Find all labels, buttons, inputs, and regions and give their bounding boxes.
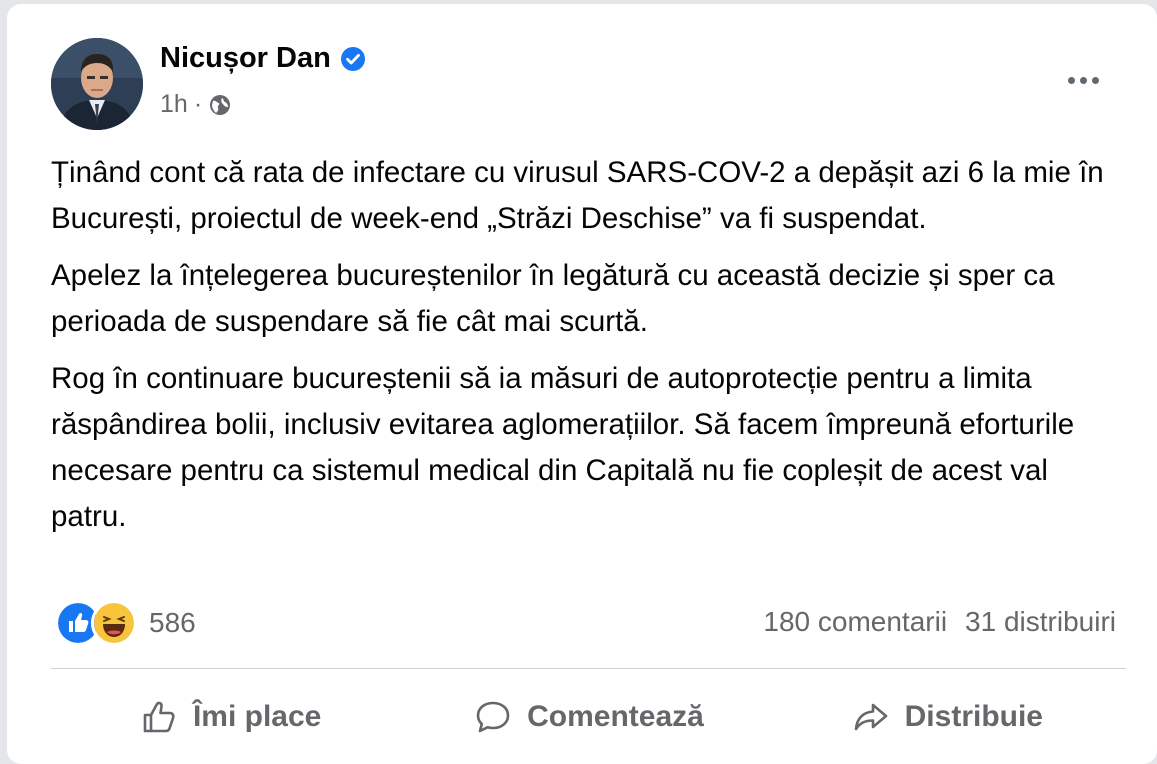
shares-count-link[interactable]: 31 distribuiri — [965, 606, 1116, 638]
like-button[interactable]: Îmi place — [51, 684, 409, 750]
dot-icon — [1091, 76, 1099, 84]
verified-badge-icon — [340, 46, 365, 71]
actions-divider — [51, 668, 1126, 669]
comment-bubble-icon — [476, 701, 510, 733]
share-button[interactable]: Distribuie — [768, 684, 1126, 750]
comment-button[interactable]: Comentează — [409, 684, 767, 750]
author-name-row: Nicușor Dan — [160, 42, 366, 75]
share-label: Distribuie — [904, 700, 1043, 733]
comment-label: Comentează — [527, 700, 704, 733]
post-timestamp[interactable]: 1h — [160, 90, 188, 119]
thumbs-up-icon — [143, 701, 175, 733]
post-actions: Îmi place Comentează Distribuie — [51, 684, 1126, 750]
author-avatar[interactable] — [51, 38, 143, 130]
more-options-button[interactable] — [1059, 62, 1107, 98]
dot-icon — [1067, 76, 1075, 84]
share-arrow-icon — [854, 703, 887, 731]
post-card: Nicușor Dan 1h · Ținând cont că rata de … — [7, 4, 1157, 764]
dot-icon — [1079, 76, 1087, 84]
meta-separator: · — [193, 90, 203, 118]
post-stats: 180 comentarii 31 distribuiri — [763, 606, 1116, 638]
post-paragraph: Ținând cont că rata de infectare cu viru… — [51, 156, 1104, 235]
post-paragraph: Rog în continuare bucureștenii să ia măs… — [51, 362, 1075, 533]
post-body: Ținând cont că rata de infectare cu viru… — [51, 150, 1131, 551]
avatar-photo — [51, 38, 143, 130]
like-label: Îmi place — [192, 700, 322, 733]
reactions-summary[interactable]: 586 — [55, 600, 196, 646]
author-name[interactable]: Nicușor Dan — [160, 42, 331, 75]
comments-count-link[interactable]: 180 comentarii — [763, 606, 947, 638]
post-paragraph: Apelez la înțelegerea bucureștenilor în … — [51, 259, 1055, 338]
globe-icon[interactable] — [208, 93, 232, 117]
haha-reaction-icon — [91, 600, 137, 646]
reaction-count: 586 — [149, 607, 196, 638]
post-meta: 1h · — [160, 90, 232, 119]
